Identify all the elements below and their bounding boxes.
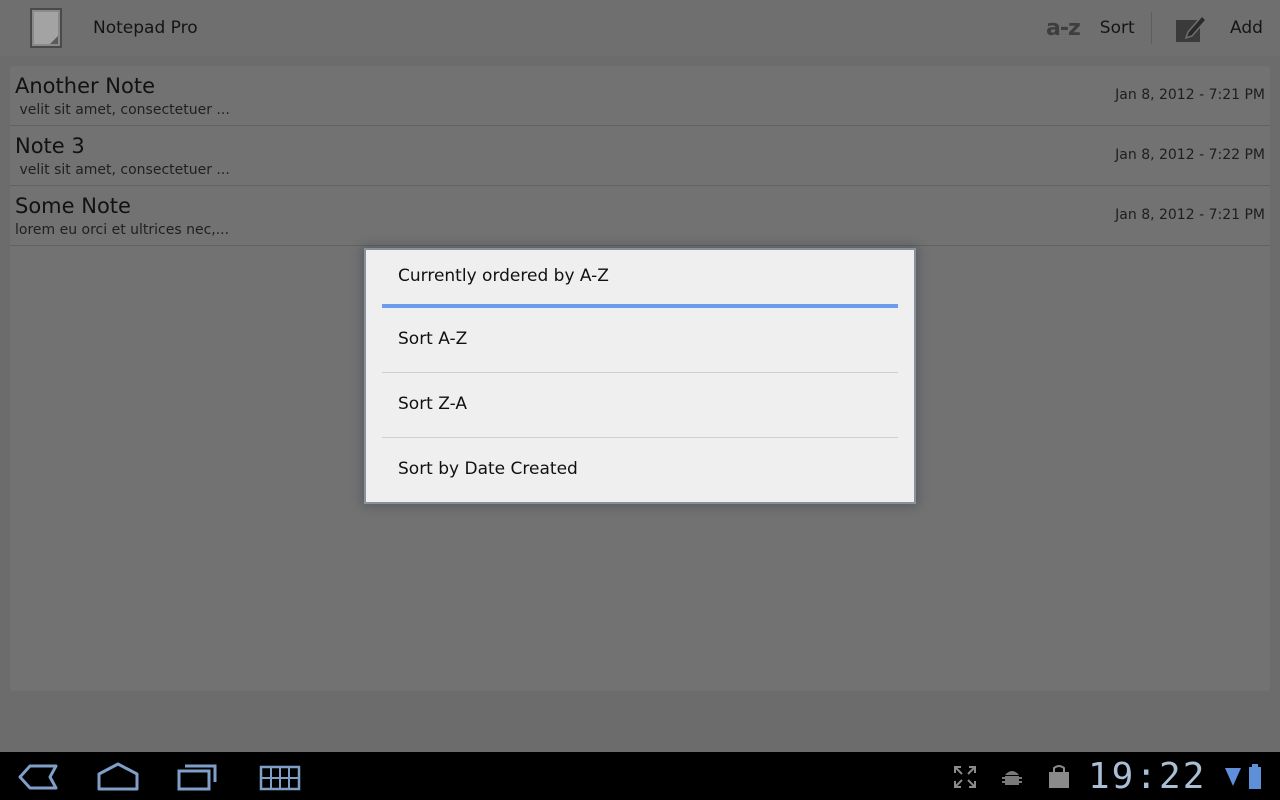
battery-icon <box>1248 764 1262 794</box>
note-title: Some Note <box>15 194 131 218</box>
wifi-icon <box>1224 766 1242 792</box>
sort-action-button[interactable]: a-z Sort <box>1046 0 1146 56</box>
note-date: Jan 8, 2012 - 7:22 PM <box>1115 147 1265 163</box>
clock[interactable]: 19:22 <box>1088 756 1206 797</box>
note-row[interactable]: Another Note velit sit amet, consectetue… <box>10 66 1270 126</box>
app-title: Notepad Pro <box>93 18 198 38</box>
home-icon[interactable] <box>96 762 140 796</box>
note-date: Jan 8, 2012 - 7:21 PM <box>1115 207 1265 223</box>
sort-by-date-option[interactable]: Sort by Date Created <box>382 438 898 502</box>
option-label: Sort A-Z <box>398 329 468 349</box>
note-snippet: velit sit amet, consectetuer ... <box>15 102 230 118</box>
note-row[interactable]: Note 3 velit sit amet, consectetuer ... … <box>10 126 1270 186</box>
note-snippet: velit sit amet, consectetuer ... <box>15 162 230 178</box>
sort-z-a-option[interactable]: Sort Z-A <box>382 373 898 437</box>
add-note-icon <box>1176 14 1208 42</box>
sort-label: Sort <box>1099 18 1135 38</box>
note-date: Jan 8, 2012 - 7:21 PM <box>1115 87 1265 103</box>
recent-apps-icon[interactable] <box>176 762 218 796</box>
dialog-title: Currently ordered by A-Z <box>398 266 609 286</box>
add-action-button[interactable]: Add <box>1174 0 1274 56</box>
sort-a-z-option[interactable]: Sort A-Z <box>382 308 898 372</box>
action-bar: Notepad Pro a-z Sort Add <box>0 0 1280 56</box>
action-divider <box>1151 12 1152 44</box>
android-debug-icon <box>1000 765 1024 793</box>
notepad-app-icon[interactable] <box>30 8 62 48</box>
sort-dialog: Currently ordered by A-Z Sort A-Z Sort Z… <box>366 250 914 502</box>
fullscreen-icon[interactable] <box>953 765 977 793</box>
option-label: Sort by Date Created <box>398 459 578 479</box>
note-snippet: lorem eu orci et ultrices nec,... <box>15 222 230 238</box>
system-bar: 19:22 <box>0 752 1280 800</box>
add-label: Add <box>1230 18 1263 38</box>
keyboard-icon[interactable] <box>258 762 302 796</box>
note-row[interactable]: Some Note lorem eu orci et ultrices nec,… <box>10 186 1270 246</box>
sort-az-icon: a-z <box>1046 15 1081 41</box>
note-title: Note 3 <box>15 134 85 158</box>
shopping-bag-icon <box>1047 764 1071 794</box>
back-icon[interactable] <box>16 762 58 796</box>
note-title: Another Note <box>15 74 156 98</box>
option-label: Sort Z-A <box>398 394 467 414</box>
